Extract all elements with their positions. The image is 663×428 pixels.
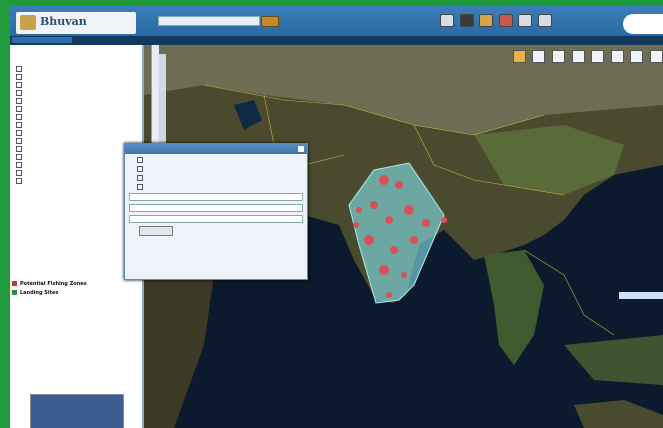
tool-icon-4[interactable] [498, 14, 513, 27]
legend-swatch-icon [12, 290, 17, 295]
close-icon[interactable] [298, 146, 304, 152]
submit-button[interactable] [139, 226, 173, 236]
tree-row[interactable] [16, 177, 24, 185]
text-field[interactable] [129, 215, 303, 223]
select-field[interactable] [129, 193, 303, 201]
checkbox[interactable] [16, 146, 22, 152]
option-row[interactable] [137, 157, 307, 164]
checkbox[interactable] [137, 166, 143, 172]
tree-row[interactable] [16, 113, 24, 121]
search-go-button[interactable] [261, 16, 279, 27]
checkbox[interactable] [137, 184, 143, 190]
tree-row[interactable] [16, 145, 24, 153]
pan-tool-icon[interactable] [512, 50, 526, 63]
tree-row[interactable] [16, 65, 24, 73]
checkbox[interactable] [16, 178, 22, 184]
legend-swatch-icon [12, 281, 17, 286]
logo-emblem-icon [20, 15, 36, 30]
checkbox[interactable] [137, 157, 143, 163]
option-row[interactable] [137, 175, 307, 182]
tab-layers[interactable] [12, 37, 72, 43]
checkbox[interactable] [16, 170, 22, 176]
menu-bar [10, 36, 663, 45]
checkbox[interactable] [16, 130, 22, 136]
tree-row[interactable] [16, 129, 24, 137]
tree-row[interactable] [16, 97, 24, 105]
checkbox[interactable] [16, 90, 22, 96]
checkbox[interactable] [16, 106, 22, 112]
checkbox[interactable] [16, 98, 22, 104]
map-popup[interactable] [619, 292, 663, 299]
tree-row[interactable] [16, 121, 24, 129]
checkbox[interactable] [16, 82, 22, 88]
logo-text: Bhuvan [40, 15, 87, 28]
tree-row[interactable] [16, 137, 24, 145]
tool-icon-2[interactable] [459, 14, 474, 27]
tree-row[interactable] [16, 105, 24, 113]
logo[interactable]: Bhuvan [16, 12, 136, 34]
option-row[interactable] [137, 166, 307, 173]
zoom-slider[interactable] [158, 54, 166, 150]
option-row[interactable] [137, 184, 307, 191]
legend: Potential Fishing Zones Landing Sites [12, 281, 87, 299]
export-tool-icon[interactable] [650, 50, 663, 63]
zoom-in-tool-icon[interactable] [532, 50, 546, 63]
tree-row[interactable] [16, 161, 24, 169]
checkbox[interactable] [16, 114, 22, 120]
info-tool-icon[interactable] [610, 50, 624, 63]
map-toolbar [508, 50, 663, 65]
tree-row[interactable] [16, 169, 24, 177]
legend-item: Landing Sites [12, 290, 87, 299]
header-bar: Bhuvan [10, 6, 663, 36]
search-input[interactable] [158, 16, 260, 26]
overview-map[interactable] [30, 394, 124, 428]
checkbox[interactable] [16, 138, 22, 144]
tool-icon-3[interactable] [479, 14, 494, 27]
tool-icon-5[interactable] [518, 14, 533, 27]
tool-icon-1[interactable] [440, 14, 454, 27]
tree-row[interactable] [16, 81, 24, 89]
checkbox[interactable] [16, 122, 22, 128]
checkbox[interactable] [16, 66, 22, 72]
tree-row[interactable] [16, 89, 24, 97]
checkbox[interactable] [16, 154, 22, 160]
header-toolbar [440, 14, 556, 29]
query-dialog [124, 143, 308, 280]
legend-label: Landing Sites [20, 290, 59, 296]
app-frame: Bhuvan Potential Fishing Zones Landing S… [10, 6, 663, 428]
zoom-out-tool-icon[interactable] [552, 50, 566, 63]
text-field[interactable] [129, 204, 303, 212]
tree-row[interactable] [16, 153, 24, 161]
legend-item: Potential Fishing Zones [12, 281, 87, 290]
tool-icon-6[interactable] [537, 14, 552, 27]
tree-row[interactable] [16, 73, 24, 81]
checkbox[interactable] [137, 175, 143, 181]
checkbox[interactable] [16, 74, 22, 80]
legend-label: Potential Fishing Zones [20, 281, 87, 287]
agency-badge [623, 14, 663, 34]
layer-tree [16, 65, 24, 185]
dialog-title [125, 144, 307, 154]
print-tool-icon[interactable] [630, 50, 644, 63]
full-extent-icon[interactable] [571, 50, 585, 63]
measure-tool-icon[interactable] [591, 50, 605, 63]
checkbox[interactable] [16, 162, 22, 168]
